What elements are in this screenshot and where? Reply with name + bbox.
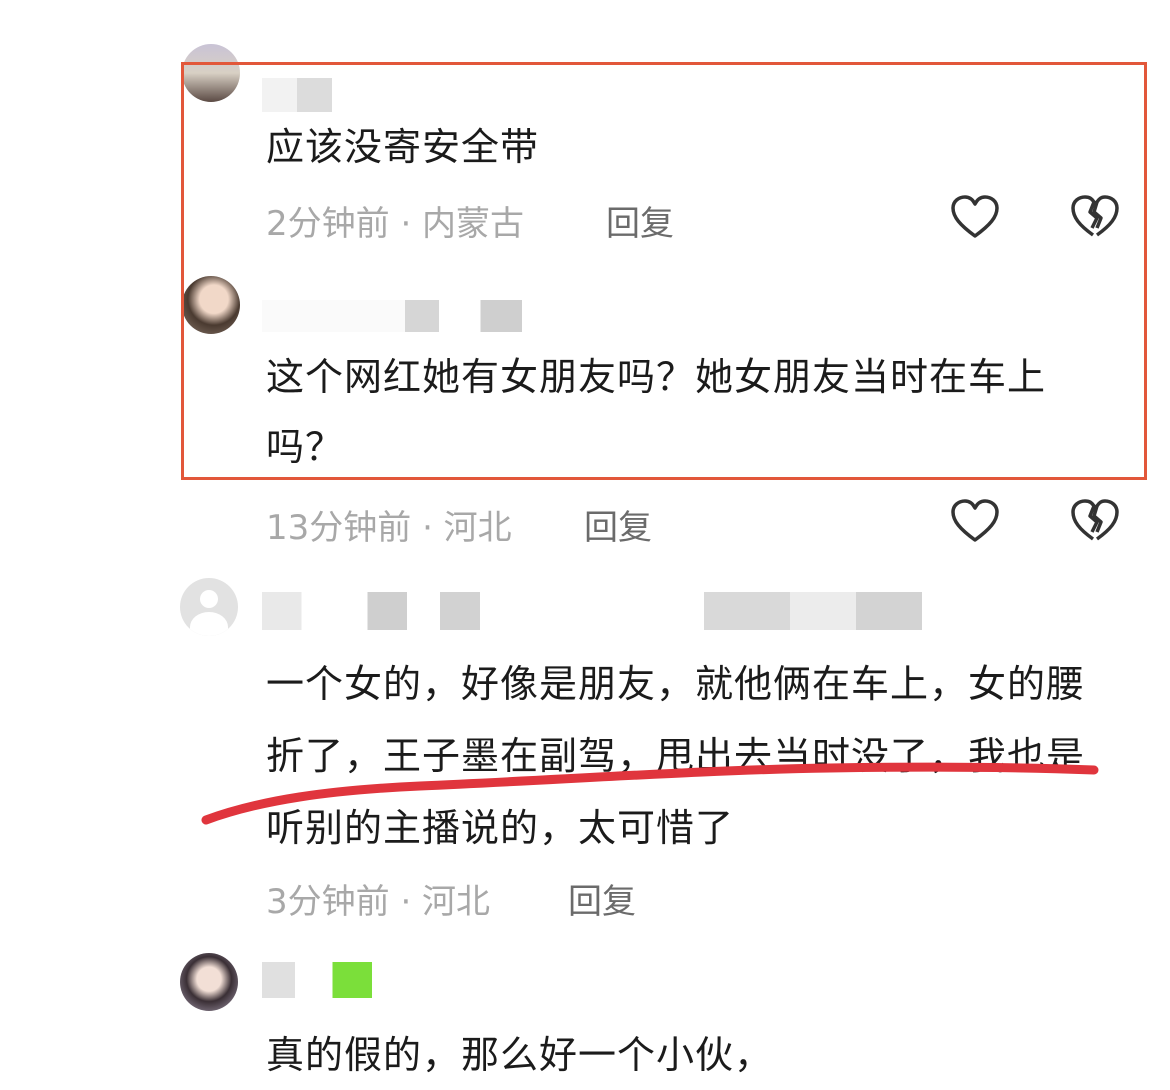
comment-meta: 13分钟前 · 河北 xyxy=(266,508,512,548)
user-avatar[interactable] xyxy=(180,953,238,1011)
comment-text: 一个女的，好像是朋友，就他俩在车上，女的腰折了，王子墨在副驾，甩出去当时没了，我… xyxy=(266,662,1086,850)
reply-button[interactable]: 回复 xyxy=(568,874,636,923)
broken-heart-icon[interactable] xyxy=(1070,194,1120,240)
blurred-username xyxy=(262,300,522,332)
comment-text: 这个网红她有女朋友吗？她女朋友当时在车上吗？ xyxy=(266,355,1047,469)
comment-meta: 2分钟前 · 内蒙古 xyxy=(266,204,525,244)
user-avatar[interactable] xyxy=(182,44,240,102)
broken-heart-icon[interactable] xyxy=(1070,498,1120,544)
blurred-username xyxy=(262,592,922,630)
comment-text: 应该没寄安全带 xyxy=(266,125,540,169)
comment-meta: 3分钟前 · 河北 xyxy=(266,882,491,922)
reply-button[interactable]: 回复 xyxy=(584,500,652,549)
user-avatar[interactable] xyxy=(182,276,240,334)
default-avatar-icon[interactable] xyxy=(180,578,238,636)
comment-text: 真的假的，那么好一个小伙， xyxy=(266,1033,774,1077)
heart-outline-icon[interactable] xyxy=(950,498,1000,544)
blurred-username xyxy=(262,78,332,112)
heart-outline-icon[interactable] xyxy=(950,194,1000,240)
reply-button[interactable]: 回复 xyxy=(606,196,674,245)
blurred-username xyxy=(262,962,372,998)
